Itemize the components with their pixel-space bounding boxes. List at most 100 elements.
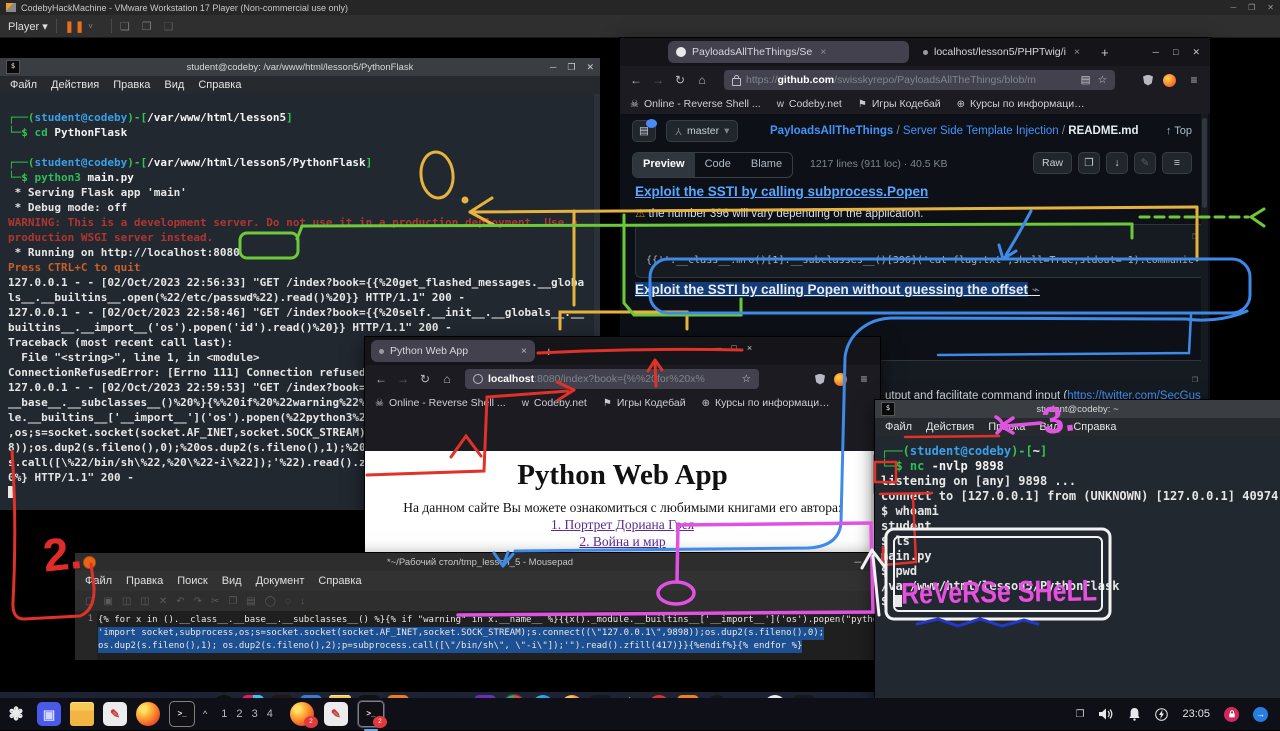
back-icon[interactable]: ←: [373, 372, 389, 386]
terminal2-output[interactable]: ┌──(student@codeby)-[~]└─$ nc -nvlp 9898…: [875, 436, 1280, 698]
close-icon[interactable]: ✕: [586, 62, 594, 73]
firefox-icon[interactable]: [136, 702, 160, 726]
pause-dropdown-icon[interactable]: ˅: [88, 22, 93, 31]
back-to-top-link[interactable]: ↑ Top: [1166, 125, 1192, 137]
toolbar-icon[interactable]: ◫: [140, 596, 149, 607]
bookmark-item[interactable]: wCodeby.net: [777, 98, 842, 110]
bookmark-item[interactable]: ⊕Курсы по информаци…: [957, 98, 1085, 110]
task-editor[interactable]: ✎: [324, 702, 348, 726]
close-tab-icon[interactable]: ×: [820, 46, 826, 58]
power-manager-icon[interactable]: [1155, 708, 1168, 721]
fullscreen-icon[interactable]: ❐: [142, 20, 152, 33]
bookmark-item[interactable]: ⚑Игры Кодебай: [858, 98, 941, 110]
firefox-account-icon[interactable]: [834, 373, 847, 386]
reload-icon[interactable]: ↻: [672, 73, 688, 87]
breadcrumb-dir[interactable]: Server Side Template Injection: [903, 125, 1059, 137]
doc-heading-2[interactable]: Exploit the SSTI by calling Popen withou…: [635, 282, 1040, 298]
toolbar-icon[interactable]: ↶: [176, 596, 184, 607]
maximize-icon[interactable]: ❐: [567, 62, 575, 73]
new-tab-button[interactable]: +: [1101, 45, 1109, 60]
menu-item[interactable]: Вид: [164, 79, 184, 91]
twitter-link[interactable]: https://twitter.com/SecGus: [1067, 390, 1201, 400]
download-icon[interactable]: ↓: [1106, 152, 1128, 174]
menu-item[interactable]: Справка: [198, 79, 241, 91]
copy-icon[interactable]: ❐: [1192, 231, 1198, 242]
menu-item[interactable]: Файл: [85, 575, 112, 587]
menu-item[interactable]: Вид: [1039, 421, 1059, 433]
file-tab-preview[interactable]: Preview: [633, 153, 695, 177]
minimize-icon[interactable]: ─: [1153, 47, 1159, 58]
terminal-icon[interactable]: >_: [169, 701, 195, 727]
tab-localhost[interactable]: localhost/lesson5/PHPTwig/i×: [915, 41, 1091, 63]
terminal2-titlebar[interactable]: $ student@codeby: ~: [875, 400, 1280, 418]
bookmark-item[interactable]: ☠Online - Reverse Shell ...: [630, 98, 761, 110]
reader-icon[interactable]: ▤: [1081, 74, 1091, 86]
file-manager-icon[interactable]: [70, 702, 94, 726]
toolbar-icon[interactable]: ◫: [122, 596, 131, 607]
file-tab-blame[interactable]: Blame: [741, 153, 792, 177]
updates-icon[interactable]: →: [1253, 707, 1268, 722]
minimize-icon[interactable]: ─: [855, 557, 862, 568]
close-icon[interactable]: ✕: [1192, 47, 1200, 58]
menu-item[interactable]: Справка: [318, 575, 361, 587]
forward-icon[interactable]: →: [650, 73, 666, 87]
back-icon[interactable]: ←: [628, 73, 644, 87]
toolbar-icon[interactable]: ▣: [103, 596, 112, 607]
url-input[interactable]: localhost:8080/index?book={%%20for%20x% …: [465, 369, 759, 389]
forward-icon[interactable]: →: [395, 372, 411, 386]
terminal1-titlebar[interactable]: $ student@codeby: /var/www/html/lesson5/…: [0, 58, 600, 76]
raw-button[interactable]: Raw: [1033, 152, 1072, 174]
vm-clock[interactable]: 23:05: [1182, 708, 1210, 720]
window-list-icon[interactable]: ❐: [1076, 709, 1085, 720]
mousepad-titlebar[interactable]: *~/Рабочий стол/tmp_lesson_5 - Mousepad …: [75, 553, 885, 571]
toolbar-icon[interactable]: ✂: [211, 596, 219, 607]
text-editor-icon[interactable]: ✎: [103, 702, 127, 726]
url-input[interactable]: https://github.com/swisskyrepo/PayloadsA…: [724, 70, 1115, 90]
book-link[interactable]: 2. Война и мир: [579, 534, 665, 549]
pause-vm-button[interactable]: ❚❚: [65, 20, 85, 33]
book-link[interactable]: 1. Портрет Дориана Грея: [551, 517, 694, 532]
shield-icon[interactable]: [1143, 75, 1153, 86]
tab-python-web-app[interactable]: Python Web App ×: [371, 340, 535, 362]
scrollbar[interactable]: [1201, 114, 1208, 400]
menu-item[interactable]: Файл: [10, 79, 37, 91]
volume-icon[interactable]: [1098, 707, 1114, 721]
close-tab-icon[interactable]: ×: [521, 345, 527, 357]
bookmark-item[interactable]: ☠Online - Reverse Shell ...: [375, 397, 506, 409]
maximize-icon[interactable]: □: [1173, 47, 1178, 58]
menu-item[interactable]: Справка: [1073, 421, 1116, 433]
menu-item[interactable]: Вид: [222, 575, 242, 587]
home-icon[interactable]: ⌂: [694, 73, 710, 87]
display-app-icon[interactable]: ▣: [37, 702, 61, 726]
notifications-bell-icon[interactable]: [1128, 707, 1141, 721]
menu-item[interactable]: Действия: [51, 79, 99, 91]
task-firefox[interactable]: 2: [290, 702, 314, 726]
symbols-icon[interactable]: ≡: [1162, 152, 1192, 174]
minimize-icon[interactable]: ─: [715, 343, 721, 353]
toolbar-icon[interactable]: ❐: [228, 596, 237, 607]
menu-item[interactable]: Файл: [885, 421, 912, 433]
toolbar-icon[interactable]: ◯: [265, 596, 276, 607]
minimize-icon[interactable]: ─: [550, 62, 556, 73]
mousepad-editor[interactable]: 1 {% for x in ().__class__.__base__.__su…: [75, 611, 885, 660]
toolbar-icon[interactable]: ▢: [85, 596, 94, 607]
toolbar-icon[interactable]: ◌: [285, 596, 291, 607]
maximize-icon[interactable]: ❐: [1248, 3, 1255, 12]
bookmark-star-icon[interactable]: ☆: [1098, 74, 1107, 86]
toolbar-icon[interactable]: ▤: [246, 596, 255, 607]
menu-item[interactable]: Действия: [926, 421, 974, 433]
branch-selector[interactable]: Ymaster▾: [666, 120, 738, 142]
doc-heading-1[interactable]: Exploit the SSTI by calling subprocess.P…: [635, 184, 928, 199]
bookmark-item[interactable]: wCodeby.net: [522, 397, 587, 409]
close-icon[interactable]: ✕: [1267, 3, 1274, 12]
close-icon[interactable]: ×: [747, 343, 752, 353]
shield-icon[interactable]: [815, 374, 825, 385]
screen-lock-icon[interactable]: [1224, 707, 1239, 722]
tab-github[interactable]: PayloadsAllTheThings/Se×: [668, 41, 909, 63]
player-menu[interactable]: Player ▾: [8, 20, 48, 33]
copy-icon[interactable]: ❐: [1078, 152, 1100, 174]
maximize-icon[interactable]: □: [731, 343, 736, 353]
home-icon[interactable]: ⌂: [439, 372, 455, 386]
bookmark-item[interactable]: ⚑Игры Кодебай: [603, 397, 686, 409]
menu-item[interactable]: Правка: [113, 79, 150, 91]
